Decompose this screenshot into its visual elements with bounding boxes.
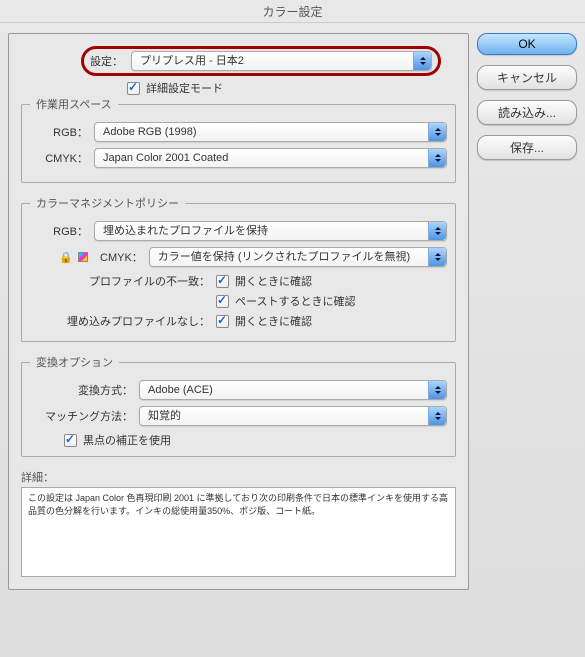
load-button[interactable]: 読み込み...: [477, 100, 577, 125]
side-buttons: OK キャンセル 読み込み... 保存...: [477, 33, 577, 590]
engine-label: 変換方式：: [30, 382, 133, 398]
intent-label: マッチング方法：: [30, 408, 133, 424]
ask-on-paste-checkbox[interactable]: [216, 295, 229, 308]
advanced-mode-label: 詳細設定モード: [146, 80, 223, 96]
color-swatch-icon: [78, 252, 88, 262]
missing-ask-open-label: 開くときに確認: [235, 313, 312, 329]
intent-select[interactable]: 知覚的: [139, 406, 447, 426]
missing-ask-open-checkbox[interactable]: [216, 315, 229, 328]
bpc-checkbox[interactable]: [64, 434, 77, 447]
advanced-mode-checkbox[interactable]: [127, 82, 140, 95]
working-spaces-legend: 作業用スペース: [30, 96, 118, 112]
policy-rgb-label: RGB：: [30, 223, 88, 239]
main-panel: 設定： プリプレス用 - 日本2 詳細設定モード 作業用スペース RGB： Ad…: [8, 33, 469, 590]
chevron-updown-icon: [428, 407, 446, 425]
missing-profile-label: 埋め込みプロファイルなし：: [30, 313, 210, 329]
cmyk-select[interactable]: Japan Color 2001 Coated: [94, 148, 447, 168]
profile-mismatch-label: プロファイルの不一致：: [30, 273, 210, 289]
window-title: カラー設定: [0, 0, 585, 23]
ask-on-paste-label: ペーストするときに確認: [235, 293, 355, 309]
ask-on-open-label: 開くときに確認: [235, 273, 312, 289]
chevron-updown-icon: [413, 52, 431, 70]
policy-rgb-select[interactable]: 埋め込まれたプロファイルを保持: [94, 221, 447, 241]
policy-legend: カラーマネジメントポリシー: [30, 195, 185, 211]
save-button[interactable]: 保存...: [477, 135, 577, 160]
detail-text: この設定は Japan Color 色再現印刷 2001 に準拠しており次の印刷…: [21, 487, 456, 577]
chevron-updown-icon: [428, 123, 446, 141]
policy-cmyk-select[interactable]: カラー値を保持 (リンクされたプロファイルを無視): [149, 247, 447, 267]
cancel-button[interactable]: キャンセル: [477, 65, 577, 90]
conversion-group: 変換オプション 変換方式： Adobe (ACE) マッチング方法： 知覚的 黒…: [21, 354, 456, 457]
chevron-updown-icon: [428, 149, 446, 167]
rgb-select[interactable]: Adobe RGB (1998): [94, 122, 447, 142]
rgb-label: RGB：: [30, 124, 88, 140]
chevron-updown-icon: [428, 381, 446, 399]
cmyk-label: CMYK：: [30, 150, 88, 166]
conversion-legend: 変換オプション: [30, 354, 119, 370]
ask-on-open-checkbox[interactable]: [216, 275, 229, 288]
ok-button[interactable]: OK: [477, 33, 577, 55]
settings-select[interactable]: プリプレス用 - 日本2: [131, 51, 432, 71]
chevron-updown-icon: [428, 222, 446, 240]
chevron-updown-icon: [428, 248, 446, 266]
settings-highlight: 設定： プリプレス用 - 日本2: [81, 46, 441, 76]
working-spaces-group: 作業用スペース RGB： Adobe RGB (1998) CMYK： Japa…: [21, 96, 456, 183]
policy-group: カラーマネジメントポリシー RGB： 埋め込まれたプロファイルを保持 🔒 CMY…: [21, 195, 456, 342]
settings-label: 設定：: [90, 53, 123, 69]
lock-icon: 🔒: [60, 251, 72, 263]
engine-select[interactable]: Adobe (ACE): [139, 380, 447, 400]
detail-label: 詳細：: [21, 469, 456, 485]
policy-cmyk-label: CMYK：: [100, 249, 143, 265]
bpc-label: 黒点の補正を使用: [83, 432, 171, 448]
